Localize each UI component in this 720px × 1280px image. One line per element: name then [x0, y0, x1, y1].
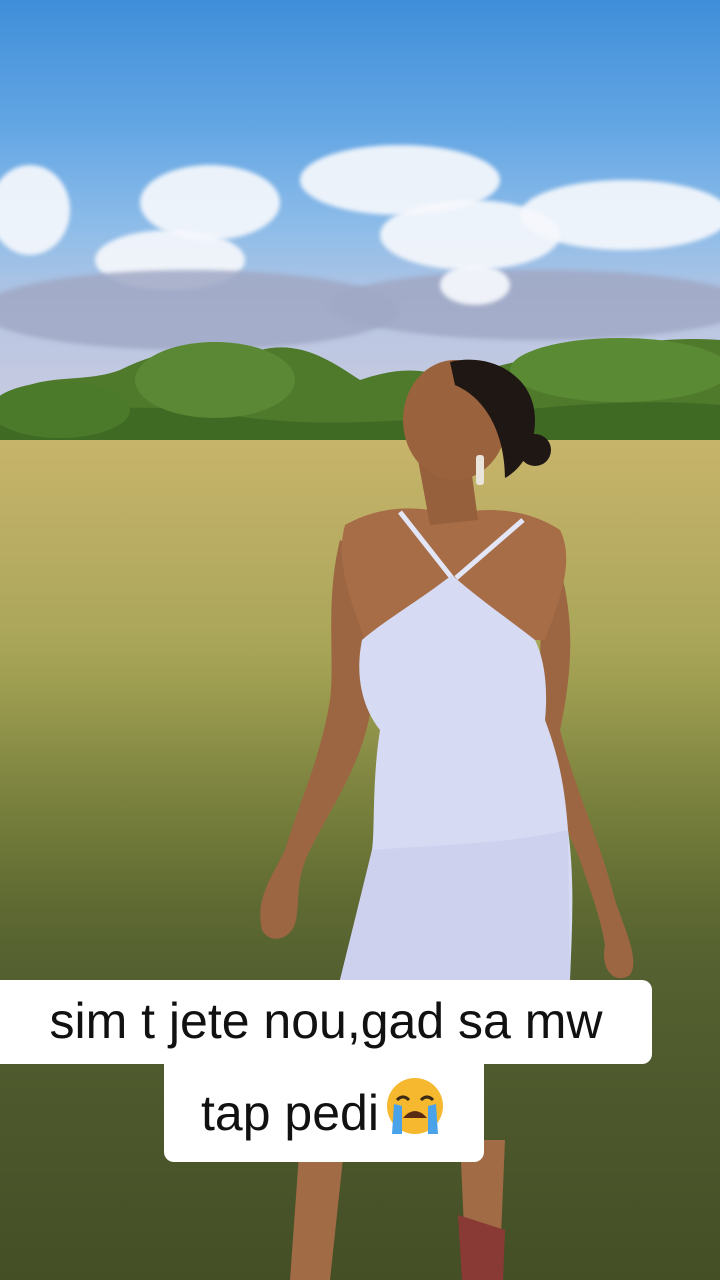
photo-scene: sim t jete nou,gad sa mw tap pedi	[0, 0, 720, 1280]
loudly-crying-face-icon	[383, 1076, 447, 1144]
caption-line-1: sim t jete nou,gad sa mw	[0, 980, 652, 1064]
caption-line-2-text: tap pedi	[201, 1085, 379, 1141]
caption-line-2: tap pedi	[164, 1062, 484, 1162]
